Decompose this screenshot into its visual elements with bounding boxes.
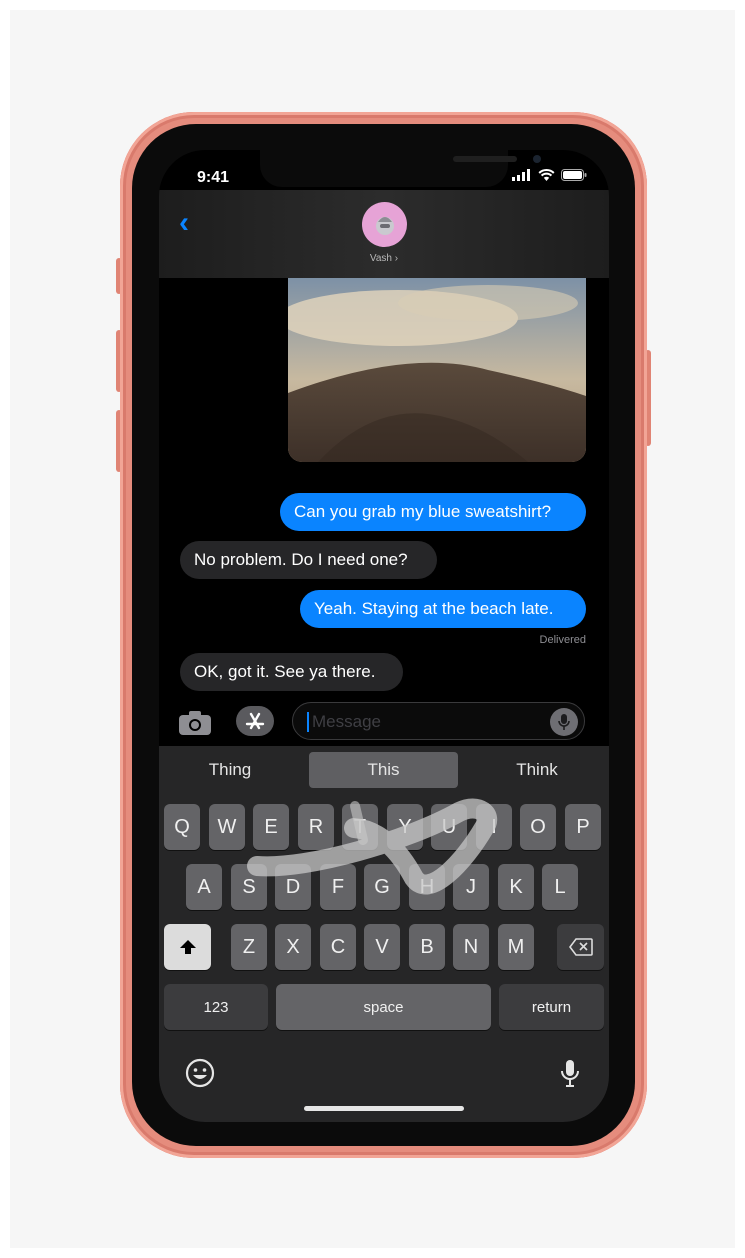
key-x[interactable]: X	[275, 924, 311, 970]
key-f[interactable]: F	[320, 864, 356, 910]
key-a[interactable]: A	[186, 864, 222, 910]
key-m[interactable]: M	[498, 924, 534, 970]
keyboard: Thing This Think Q W E R T Y U I O P A S…	[159, 746, 609, 1122]
suggestion-think[interactable]: Think	[465, 752, 609, 788]
key-o[interactable]: O	[520, 804, 556, 850]
key-q[interactable]: Q	[164, 804, 200, 850]
notch	[260, 150, 541, 187]
key-y[interactable]: Y	[387, 804, 423, 850]
status-time: 9:41	[197, 169, 230, 186]
contact-memoji	[375, 216, 394, 235]
camera-icon[interactable]	[178, 710, 212, 741]
key-d[interactable]: D	[275, 864, 311, 910]
key-i[interactable]: I	[476, 804, 512, 850]
key-l[interactable]: L	[542, 864, 578, 910]
conversation-header: ‹ Vash ›	[159, 190, 609, 278]
status-icons	[512, 169, 587, 181]
key-c[interactable]: C	[320, 924, 356, 970]
key-n[interactable]: N	[453, 924, 489, 970]
message-bubble-incoming[interactable]: No problem. Do I need one?	[180, 541, 437, 579]
key-v[interactable]: V	[364, 924, 400, 970]
home-indicator	[304, 1106, 464, 1111]
photo-message[interactable]	[288, 278, 586, 462]
battery-icon	[561, 169, 587, 181]
contact-name-label: Vash	[369, 253, 392, 264]
shift-icon[interactable]	[164, 924, 211, 970]
speaker-grille	[453, 156, 517, 162]
chevron-left-icon[interactable]: ‹	[179, 208, 189, 238]
key-u[interactable]: U	[431, 804, 467, 850]
microphone-icon[interactable]	[550, 708, 578, 736]
app-store-icon[interactable]	[236, 706, 274, 736]
phone-screen: 9:41 ‹ Vash › Can you grab my blue sweat…	[159, 150, 609, 1122]
front-camera	[533, 155, 541, 163]
key-t[interactable]: T	[342, 804, 378, 850]
key-j[interactable]: J	[453, 864, 489, 910]
key-h[interactable]: H	[409, 864, 445, 910]
key-z[interactable]: Z	[231, 924, 267, 970]
message-bubble-outgoing[interactable]: Yeah. Staying at the beach late.	[300, 590, 586, 628]
key-p[interactable]: P	[565, 804, 601, 850]
contact-name[interactable]: Vash ›	[159, 253, 609, 264]
wifi-icon	[538, 169, 555, 181]
key-e[interactable]: E	[253, 804, 289, 850]
chevron-right-icon: ›	[394, 253, 399, 264]
return-key[interactable]: return	[499, 984, 604, 1030]
key-s[interactable]: S	[231, 864, 267, 910]
message-input[interactable]: Message	[292, 702, 585, 740]
cellular-signal-icon	[512, 169, 530, 181]
message-placeholder: Message	[312, 712, 381, 731]
message-bubble-outgoing[interactable]: Can you grab my blue sweatshirt?	[280, 493, 586, 531]
key-r[interactable]: R	[298, 804, 334, 850]
space-key[interactable]: space	[276, 984, 491, 1030]
text-cursor	[307, 712, 309, 732]
key-w[interactable]: W	[209, 804, 245, 850]
message-bubble-incoming[interactable]: OK, got it. See ya there.	[180, 653, 403, 691]
key-g[interactable]: G	[364, 864, 400, 910]
numbers-key[interactable]: 123	[164, 984, 268, 1030]
key-k[interactable]: K	[498, 864, 534, 910]
dictation-icon[interactable]	[560, 1058, 580, 1093]
emoji-icon[interactable]	[185, 1058, 215, 1093]
suggestion-this[interactable]: This	[309, 752, 458, 788]
key-b[interactable]: B	[409, 924, 445, 970]
dune-photo	[288, 278, 586, 462]
delete-icon[interactable]	[557, 924, 604, 970]
avatar[interactable]	[362, 202, 407, 247]
delivered-label: Delivered	[539, 634, 586, 646]
suggestion-thing[interactable]: Thing	[159, 752, 301, 788]
